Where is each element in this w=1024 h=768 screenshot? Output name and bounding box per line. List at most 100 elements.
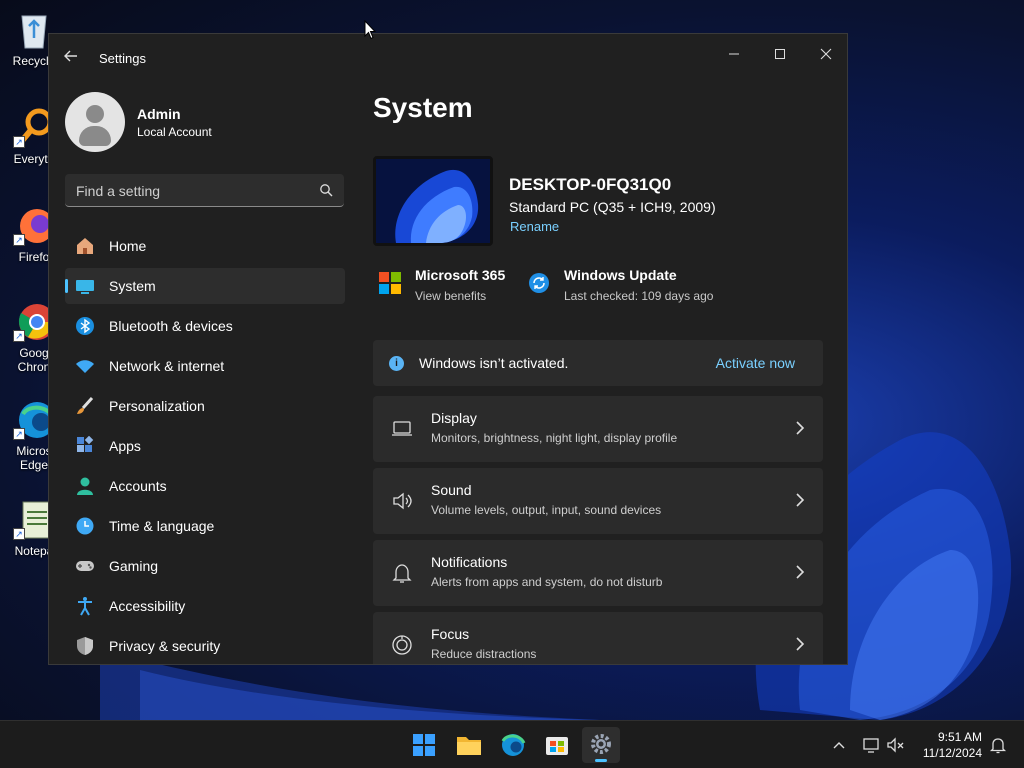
sidebar-item-accessibility[interactable]: Accessibility bbox=[65, 588, 345, 624]
minimize-button[interactable] bbox=[711, 40, 757, 70]
sound-card[interactable]: Sound Volume levels, output, input, soun… bbox=[373, 468, 823, 534]
clock[interactable]: 9:51 AM 11/12/2024 bbox=[923, 729, 982, 761]
desktop-icon-label: Firefo bbox=[18, 250, 50, 264]
focus-card[interactable]: Focus Reduce distractions bbox=[373, 612, 823, 664]
sidebar-item-time-language[interactable]: Time & language bbox=[65, 508, 345, 544]
shortcut-arrow-icon: ↗ bbox=[13, 136, 25, 148]
file-explorer-button[interactable] bbox=[450, 727, 488, 763]
settings-icon bbox=[591, 734, 611, 754]
sidebar-item-label: Home bbox=[109, 238, 147, 254]
device-thumbnail bbox=[373, 156, 493, 246]
sidebar-item-system[interactable]: System bbox=[65, 268, 345, 304]
search-input[interactable]: Find a setting bbox=[65, 174, 344, 207]
store-icon bbox=[546, 737, 568, 755]
desktop-icon-label: Edge bbox=[19, 458, 49, 472]
gaming-icon bbox=[76, 561, 94, 571]
edge-taskbar-button[interactable] bbox=[494, 727, 532, 763]
settings-taskbar-button[interactable] bbox=[582, 727, 620, 763]
sidebar-item-label: Bluetooth & devices bbox=[109, 318, 233, 334]
file-explorer-icon bbox=[457, 737, 481, 755]
profile-name: Admin bbox=[137, 106, 181, 122]
display-card[interactable]: Display Monitors, brightness, night ligh… bbox=[373, 396, 823, 462]
sidebar-item-label: Apps bbox=[109, 438, 141, 454]
quick-link-subtitle: Last checked: 109 days ago bbox=[564, 289, 714, 303]
system-icon bbox=[76, 280, 94, 294]
card-title: Display bbox=[431, 410, 477, 426]
search-icon bbox=[320, 184, 333, 197]
clock-date: 11/12/2024 bbox=[922, 746, 982, 760]
sidebar-item-bluetooth[interactable]: Bluetooth & devices bbox=[65, 308, 345, 344]
desktop-icon-label: Chron bbox=[17, 360, 51, 374]
sidebar-item-privacy[interactable]: Privacy & security bbox=[65, 628, 345, 664]
activate-now-button[interactable]: Activate now bbox=[716, 355, 795, 371]
microsoft-365-icon bbox=[379, 272, 401, 294]
back-button[interactable] bbox=[61, 48, 81, 68]
sidebar-item-label: System bbox=[109, 278, 156, 294]
wifi-icon bbox=[76, 360, 94, 373]
card-subtitle: Monitors, brightness, night light, displ… bbox=[431, 431, 678, 445]
bluetooth-icon bbox=[76, 317, 94, 335]
sidebar-item-accounts[interactable]: Accounts bbox=[65, 468, 345, 504]
maximize-button[interactable] bbox=[757, 40, 803, 70]
shield-icon bbox=[77, 637, 93, 655]
quick-link-title: Microsoft 365 bbox=[415, 267, 506, 283]
active-indicator bbox=[595, 759, 607, 762]
taskbar: 9:51 AM 11/12/2024 bbox=[0, 720, 1024, 768]
shortcut-arrow-icon: ↗ bbox=[13, 428, 25, 440]
sidebar-item-label: Network & internet bbox=[109, 358, 225, 374]
edge-icon bbox=[501, 734, 526, 756]
window-title: Settings bbox=[99, 51, 146, 66]
sidebar-item-label: Privacy & security bbox=[109, 638, 221, 654]
minimize-icon bbox=[729, 53, 739, 55]
speaker-icon bbox=[393, 492, 412, 510]
sidebar-item-personalization[interactable]: Personalization bbox=[65, 388, 345, 424]
chevron-up-icon[interactable] bbox=[829, 735, 849, 755]
sidebar-item-label: Time & language bbox=[109, 518, 215, 534]
title-bar[interactable]: Settings bbox=[49, 34, 847, 82]
volume-muted-icon[interactable] bbox=[886, 735, 906, 755]
quick-link-title: Windows Update bbox=[564, 267, 677, 283]
rename-link[interactable]: Rename bbox=[510, 219, 559, 234]
close-icon bbox=[820, 48, 832, 60]
card-title: Sound bbox=[431, 482, 472, 498]
shortcut-arrow-icon: ↗ bbox=[13, 330, 25, 342]
sidebar-item-apps[interactable]: Apps bbox=[65, 428, 345, 464]
sidebar-item-gaming[interactable]: Gaming bbox=[65, 548, 345, 584]
windows-update-link[interactable]: Windows Update Last checked: 109 days ag… bbox=[528, 266, 728, 306]
back-arrow-icon bbox=[64, 50, 77, 62]
sidebar-item-home[interactable]: Home bbox=[65, 228, 345, 264]
card-title: Focus bbox=[431, 626, 470, 642]
card-subtitle: Reduce distractions bbox=[431, 647, 537, 661]
network-icon[interactable] bbox=[861, 735, 881, 755]
display-icon bbox=[392, 421, 412, 436]
desktop-icon-label: Micros bbox=[16, 444, 52, 458]
device-name: DESKTOP-0FQ31Q0 bbox=[509, 175, 672, 194]
page-title: System bbox=[373, 92, 473, 123]
start-button[interactable] bbox=[405, 727, 443, 763]
notification-bell-icon[interactable] bbox=[988, 735, 1008, 755]
windows-update-icon bbox=[529, 273, 549, 293]
sidebar-item-network[interactable]: Network & internet bbox=[65, 348, 345, 384]
store-button[interactable] bbox=[538, 727, 576, 763]
activation-message: Windows isn’t activated. bbox=[419, 355, 569, 371]
shortcut-arrow-icon: ↗ bbox=[13, 528, 25, 540]
quick-link-subtitle: View benefits bbox=[415, 289, 487, 303]
mouse-cursor-icon bbox=[364, 20, 376, 40]
card-subtitle: Alerts from apps and system, do not dist… bbox=[431, 575, 663, 589]
chevron-right-icon bbox=[796, 565, 805, 579]
chevron-right-icon bbox=[796, 637, 805, 651]
focus-icon bbox=[392, 635, 412, 655]
clock-time: 9:51 AM bbox=[937, 730, 982, 744]
user-profile[interactable]: Admin Local Account bbox=[65, 92, 345, 152]
notifications-card[interactable]: Notifications Alerts from apps and syste… bbox=[373, 540, 823, 606]
microsoft-365-link[interactable]: Microsoft 365 View benefits bbox=[379, 266, 519, 306]
close-button[interactable] bbox=[803, 40, 847, 70]
bell-icon bbox=[392, 564, 412, 583]
profile-account-type: Local Account bbox=[137, 125, 212, 139]
shortcut-arrow-icon: ↗ bbox=[13, 234, 25, 246]
start-icon bbox=[413, 734, 435, 756]
sidebar-nav: Home System Bluetooth & devices Network … bbox=[65, 228, 345, 664]
card-title: Notifications bbox=[431, 554, 508, 570]
desktop-icon-label: Goog bbox=[19, 346, 49, 360]
activation-banner: i Windows isn’t activated. Activate now bbox=[373, 340, 823, 386]
